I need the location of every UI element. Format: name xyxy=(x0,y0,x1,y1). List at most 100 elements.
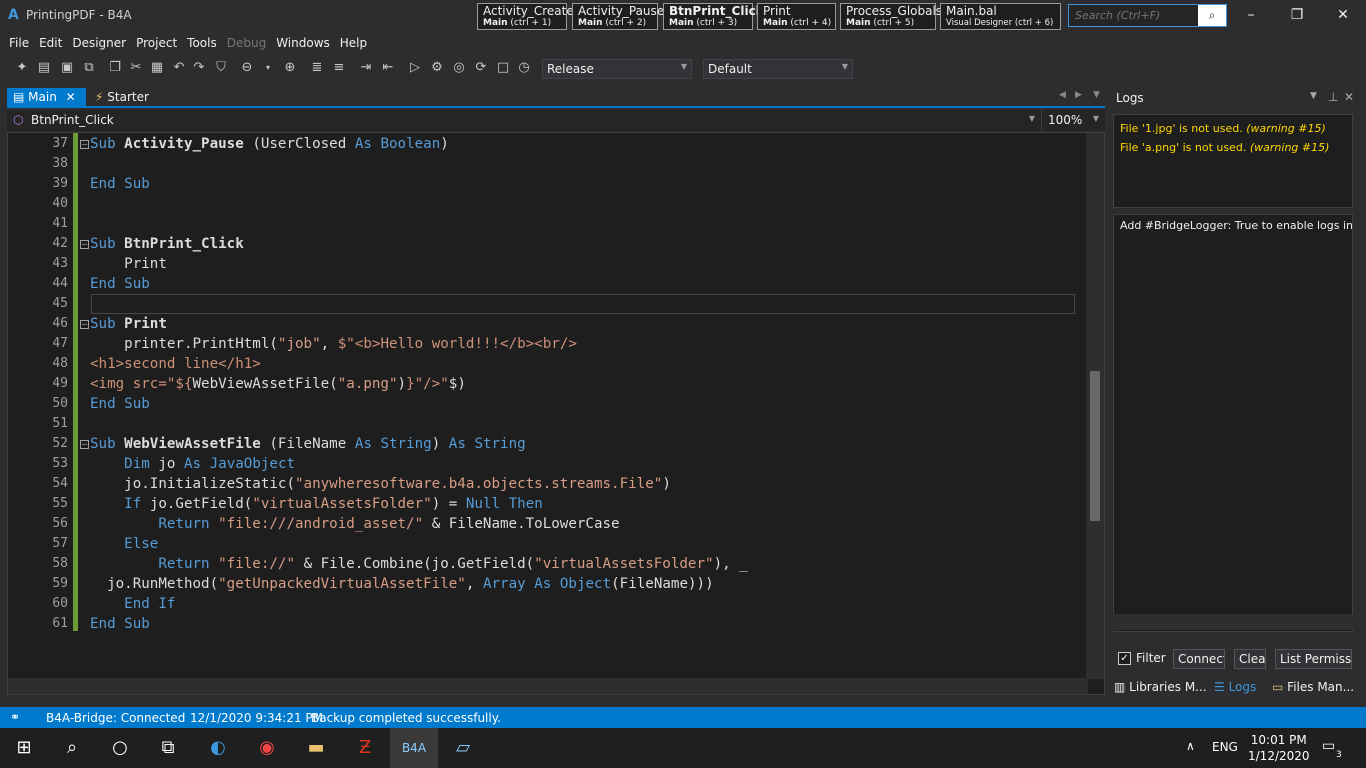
menu-debug[interactable]: Debug xyxy=(222,34,271,50)
menu-help[interactable]: Help xyxy=(335,34,372,50)
warning-code: (warning #15) xyxy=(1246,122,1326,135)
search-input[interactable] xyxy=(1069,5,1199,26)
outdent-icon[interactable]: ⇤ xyxy=(379,59,397,77)
log-horizontal-scrollbar[interactable] xyxy=(1113,614,1353,630)
tab-logs[interactable]: ☰ Logs xyxy=(1214,680,1256,694)
open-project-icon[interactable]: ▤ xyxy=(35,59,53,77)
cut-icon[interactable]: ✂ xyxy=(127,59,145,77)
build-target-select[interactable]: Default ▼ xyxy=(703,59,853,79)
search-icon[interactable]: ⌕ xyxy=(1198,5,1226,26)
menu-designer[interactable]: Designer xyxy=(67,34,131,50)
tab-files[interactable]: ▭ Files Man... xyxy=(1272,680,1354,694)
fold-toggle-icon[interactable]: − xyxy=(80,440,89,449)
save-icon[interactable]: ▣ xyxy=(58,59,76,77)
bookmark-icon[interactable]: ⛉ xyxy=(212,59,230,77)
code-line: Return "file://" & File.Combine(jo.GetFi… xyxy=(158,556,748,572)
line-number: 41 xyxy=(52,216,68,231)
horizontal-scrollbar[interactable] xyxy=(8,678,1088,694)
warnings-list: File '1.jpg' is not used. (warning #15) … xyxy=(1113,114,1353,208)
b4a-icon[interactable]: B4A xyxy=(390,728,438,768)
vertical-scrollbar[interactable] xyxy=(1086,133,1104,679)
zoom-value: 100% xyxy=(1048,113,1083,127)
menu-tools[interactable]: Tools xyxy=(182,34,222,50)
filter-checkbox[interactable]: ✓ xyxy=(1118,652,1131,665)
run-icon[interactable]: ▷ xyxy=(406,59,424,77)
search-box[interactable]: ⌕ xyxy=(1068,4,1227,27)
quick-tab-process-globals[interactable]: Process_Globals Main (ctrl + 5) xyxy=(840,3,942,30)
redo-icon[interactable]: ↷ xyxy=(190,59,208,77)
navigate-back-icon[interactable]: ⊖ xyxy=(238,59,256,77)
menu-windows[interactable]: Windows xyxy=(271,34,335,50)
indent-icon[interactable]: ⇥ xyxy=(357,59,375,77)
cortana-icon[interactable]: ○ xyxy=(96,728,144,768)
copy-icon[interactable]: ❐ xyxy=(106,59,124,77)
b4a-bridge-icon[interactable]: ▱ xyxy=(439,728,487,768)
save-all-icon[interactable]: ⧉ xyxy=(80,59,98,77)
maximize-button[interactable]: ❐ xyxy=(1274,0,1320,32)
fold-toggle-icon[interactable]: − xyxy=(80,240,89,249)
comment-icon[interactable]: ≣ xyxy=(308,59,326,77)
chrome-icon[interactable]: ◉ xyxy=(243,728,291,768)
code-line: <img src="${WebViewAssetFile("a.png")}"/… xyxy=(90,376,466,392)
edge-icon[interactable]: ◐ xyxy=(194,728,242,768)
scrollbar-thumb[interactable] xyxy=(1090,371,1100,521)
quick-tab-activity-create[interactable]: Activity_Create Main (ctrl + 1) xyxy=(477,3,574,30)
line-number: 61 xyxy=(52,616,68,631)
pause-icon[interactable]: ◎ xyxy=(450,59,468,77)
navigate-forward-icon[interactable]: ⊕ xyxy=(281,59,299,77)
stop-icon[interactable]: □ xyxy=(494,59,512,77)
new-project-icon[interactable]: ✦ xyxy=(13,59,31,77)
scroll-tabs-left-icon[interactable]: ◀ xyxy=(1059,90,1066,100)
tab-libraries[interactable]: ▥ Libraries M... xyxy=(1114,680,1207,694)
clock[interactable]: 10:01 PM 1/12/2020 xyxy=(1248,732,1310,764)
step-icon[interactable]: ⚙ xyxy=(428,59,446,77)
quick-tab-btnprint-click[interactable]: BtnPrint_Click Main (ctrl + 3) xyxy=(663,3,764,30)
menu-edit[interactable]: Edit xyxy=(34,34,67,50)
restart-icon[interactable]: ⟳ xyxy=(472,59,490,77)
quick-tab-print[interactable]: Print Main (ctrl + 4) xyxy=(757,3,836,30)
fold-toggle-icon[interactable]: − xyxy=(80,320,89,329)
undo-icon[interactable]: ↶ xyxy=(170,59,188,77)
scroll-tabs-right-icon[interactable]: ▶ xyxy=(1075,90,1082,100)
tab-main[interactable]: ▤ Main ✕ xyxy=(7,88,86,108)
status-bar: ⚭ B4A-Bridge: Connected 12/1/2020 9:34:2… xyxy=(0,707,1366,728)
quick-tab-activity-pause[interactable]: Activity_Pause Main (ctrl + 2) xyxy=(572,3,664,30)
build-config-select[interactable]: Release ▼ xyxy=(542,59,692,79)
connect-button[interactable]: Connect xyxy=(1173,649,1225,669)
menu-file[interactable]: File xyxy=(0,34,34,50)
notifications-icon[interactable]: ▭ xyxy=(1322,738,1335,754)
list-permissions-button[interactable]: List Permissio xyxy=(1275,649,1352,669)
line-number: 60 xyxy=(52,596,68,611)
uncomment-icon[interactable]: ≡ xyxy=(330,59,348,77)
keyboard-language[interactable]: ENG xyxy=(1212,740,1238,754)
menu-project[interactable]: Project xyxy=(131,34,182,50)
close-tab-icon[interactable]: ✕ xyxy=(66,90,76,104)
panel-dropdown-icon[interactable]: ▼ xyxy=(1310,91,1317,101)
file-explorer-icon[interactable]: ▬ xyxy=(292,728,340,768)
zoom-select[interactable]: 100% ▼ xyxy=(1041,110,1105,131)
line-number: 57 xyxy=(52,536,68,551)
close-panel-icon[interactable]: ✕ xyxy=(1344,90,1354,104)
back-dropdown-icon[interactable]: ▾ xyxy=(259,59,277,77)
fold-toggle-icon[interactable]: − xyxy=(80,140,89,149)
document-tabs: ▤ Main ✕ ⚡ Starter ◀ ▶ ▼ xyxy=(7,88,1105,108)
filezilla-icon[interactable]: Ƶ xyxy=(341,728,389,768)
windows-start-icon[interactable]: ⊞ xyxy=(0,728,48,768)
code-editor[interactable]: 37 38 39 40 41 42 43 44 45 46 47 48 49 5… xyxy=(7,132,1105,695)
clear-button[interactable]: Clear xyxy=(1234,649,1266,669)
paste-icon[interactable]: ▦ xyxy=(148,59,166,77)
warning-item[interactable]: File 'a.png' is not used. (warning #15) xyxy=(1120,138,1346,157)
task-view-icon[interactable]: ⧉ xyxy=(144,728,192,768)
tabs-dropdown-icon[interactable]: ▼ xyxy=(1093,90,1100,100)
warning-item[interactable]: File '1.jpg' is not used. (warning #15) xyxy=(1120,119,1346,138)
tab-starter[interactable]: ⚡ Starter xyxy=(89,88,159,108)
pin-icon[interactable]: ⊥ xyxy=(1328,90,1338,104)
tray-chevron-icon[interactable]: ∧ xyxy=(1186,739,1195,753)
method-select[interactable]: ⬡ BtnPrint_Click ▼ xyxy=(7,110,1041,131)
quick-tab-main-bal[interactable]: Main.bal Visual Designer (ctrl + 6) xyxy=(940,3,1061,30)
minimize-button[interactable]: – xyxy=(1228,0,1274,32)
filter-label: Filter xyxy=(1136,651,1166,665)
close-button[interactable]: ✕ xyxy=(1320,0,1366,32)
search-icon[interactable]: ⌕ xyxy=(48,728,96,768)
timer-icon[interactable]: ◷ xyxy=(515,59,533,77)
